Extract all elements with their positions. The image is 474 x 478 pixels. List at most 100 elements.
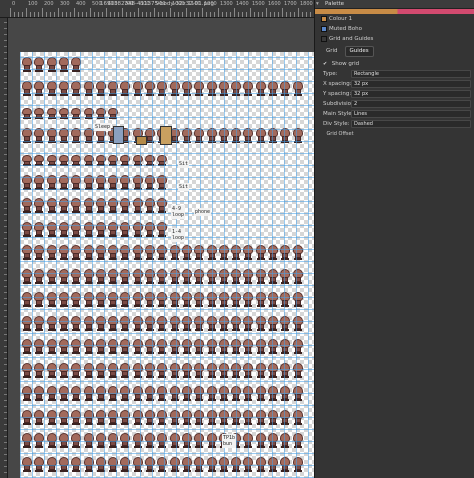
ruler-tick — [98, 12, 99, 17]
ruler-tick — [66, 12, 67, 17]
ruler-tick — [238, 12, 239, 17]
ruler-tick — [4, 298, 7, 299]
ruler-tick — [150, 12, 151, 17]
ruler-tick — [4, 406, 7, 407]
ruler-tick — [202, 8, 203, 17]
grid-and-guides-header[interactable]: Grid and Guides — [315, 34, 474, 44]
grid-property-label: Div Style: — [323, 121, 350, 127]
colour-1-swatch[interactable] — [321, 16, 327, 22]
ruler-tick — [10, 8, 11, 17]
ruler-tick — [4, 34, 7, 35]
tab-guides[interactable]: Guides — [344, 46, 374, 57]
ruler-tick — [4, 166, 7, 167]
ruler-tick — [58, 8, 59, 17]
ruler-tick — [250, 8, 251, 17]
ruler-tick — [4, 286, 7, 287]
ruler-tick — [130, 12, 131, 17]
ruler-tick — [218, 8, 219, 17]
ruler-tick — [246, 12, 247, 17]
ruler-tick — [78, 12, 79, 17]
grid-property-value[interactable]: Lines — [351, 110, 471, 118]
ruler-tick — [110, 12, 111, 17]
crate-prop — [136, 136, 147, 145]
ruler-tick — [4, 160, 7, 161]
ruler-tick — [210, 12, 211, 17]
ruler-tick — [4, 100, 7, 101]
show-grid-checkbox[interactable]: ✔ — [323, 62, 328, 67]
ruler-tick — [4, 148, 7, 149]
ruler-tick — [86, 12, 87, 17]
ruler-tick — [4, 184, 7, 185]
ruler-tick — [4, 178, 7, 179]
ruler-tick — [70, 12, 71, 17]
palette-name: Muted Boho — [329, 26, 362, 32]
ruler-tick — [286, 12, 287, 17]
grid-property-value[interactable]: 32 px — [351, 80, 471, 88]
ruler-tick — [186, 8, 187, 17]
ruler-tick — [4, 370, 7, 371]
grid-property-row: Type: Rectangle — [315, 69, 474, 79]
grid-property-value[interactable]: 2 — [351, 100, 471, 108]
ruler-tick — [4, 262, 7, 263]
ruler-tick — [146, 12, 147, 17]
ruler-tick — [50, 12, 51, 17]
sprite-sheet-artboard[interactable]: Sleep Sit Sit 4-9 loop phone 1-4 loop TP… — [20, 52, 314, 478]
ruler-tick — [4, 196, 7, 197]
palette-panel-header[interactable]: ▾ Palette — [315, 0, 474, 9]
grid-property-label: Y spacing: — [323, 91, 352, 97]
ruler-tick — [302, 12, 303, 17]
sit-label-1: Sit — [178, 160, 190, 168]
grid-property-value[interactable]: Dashed — [351, 120, 471, 128]
ruler-tick — [26, 8, 27, 17]
ruler-tick — [242, 12, 243, 17]
sleep-label: Sleep — [94, 123, 112, 131]
phone-label: phone — [194, 208, 212, 216]
ruler-tick — [4, 454, 7, 455]
ruler-tick — [4, 118, 7, 119]
ruler-tick — [4, 232, 7, 233]
ruler-tick — [4, 142, 7, 143]
grid-properties: Type: Rectangle X spacing: 32 px Y spacing: 3… — [315, 69, 474, 129]
grid-offset-button[interactable]: Grid Offset — [325, 130, 355, 138]
ruler-tick — [4, 70, 7, 71]
ruler-tick — [4, 310, 7, 311]
tab-grid[interactable]: Grid — [321, 46, 343, 57]
ruler-tick — [310, 12, 311, 17]
collapse-icon[interactable]: ▾ — [316, 0, 319, 9]
ruler-tick — [4, 106, 7, 107]
show-grid-row[interactable]: ✔ Show grid — [315, 59, 474, 69]
ruler-tick — [74, 8, 75, 17]
ruler-tick — [166, 12, 167, 17]
grid-offset-row: Grid Offset — [315, 129, 474, 141]
grid-property-value[interactable]: 32 px — [351, 90, 471, 98]
ruler-tick — [118, 12, 119, 17]
ruler-tick — [198, 12, 199, 17]
grid-icon — [321, 36, 327, 42]
ruler-tick — [4, 352, 7, 353]
ruler-tick — [4, 340, 7, 341]
ruler-tick — [4, 130, 7, 131]
ruler-tick — [4, 172, 7, 173]
ruler-tick — [4, 358, 7, 359]
grid-property-row: Div Style: Dashed — [315, 119, 474, 129]
palette-title: Palette — [325, 1, 345, 7]
ruler-tick — [190, 12, 191, 17]
ruler-tick — [4, 430, 7, 431]
ruler-tick — [4, 280, 7, 281]
colour-1-row[interactable]: Colour 1 — [315, 14, 474, 24]
ruler-tick — [290, 12, 291, 17]
ruler-tick — [4, 328, 7, 329]
ruler-tick — [22, 12, 23, 17]
app-window: 0 100 200 300 400 500 600 700 800 900 1000 1100 1200… — [0, 0, 474, 478]
ruler-tick — [38, 12, 39, 17]
ruler-tick — [94, 12, 95, 17]
ruler-tick — [4, 268, 7, 269]
palette-selector[interactable]: Muted Boho — [315, 24, 474, 34]
ruler-tick — [266, 8, 267, 17]
ruler-tick — [4, 52, 7, 53]
ruler-tick — [4, 22, 7, 23]
ruler-tick — [4, 244, 7, 245]
ruler-tick — [4, 418, 7, 419]
ruler-tick — [4, 190, 7, 191]
grid-property-value[interactable]: Rectangle — [351, 70, 471, 78]
